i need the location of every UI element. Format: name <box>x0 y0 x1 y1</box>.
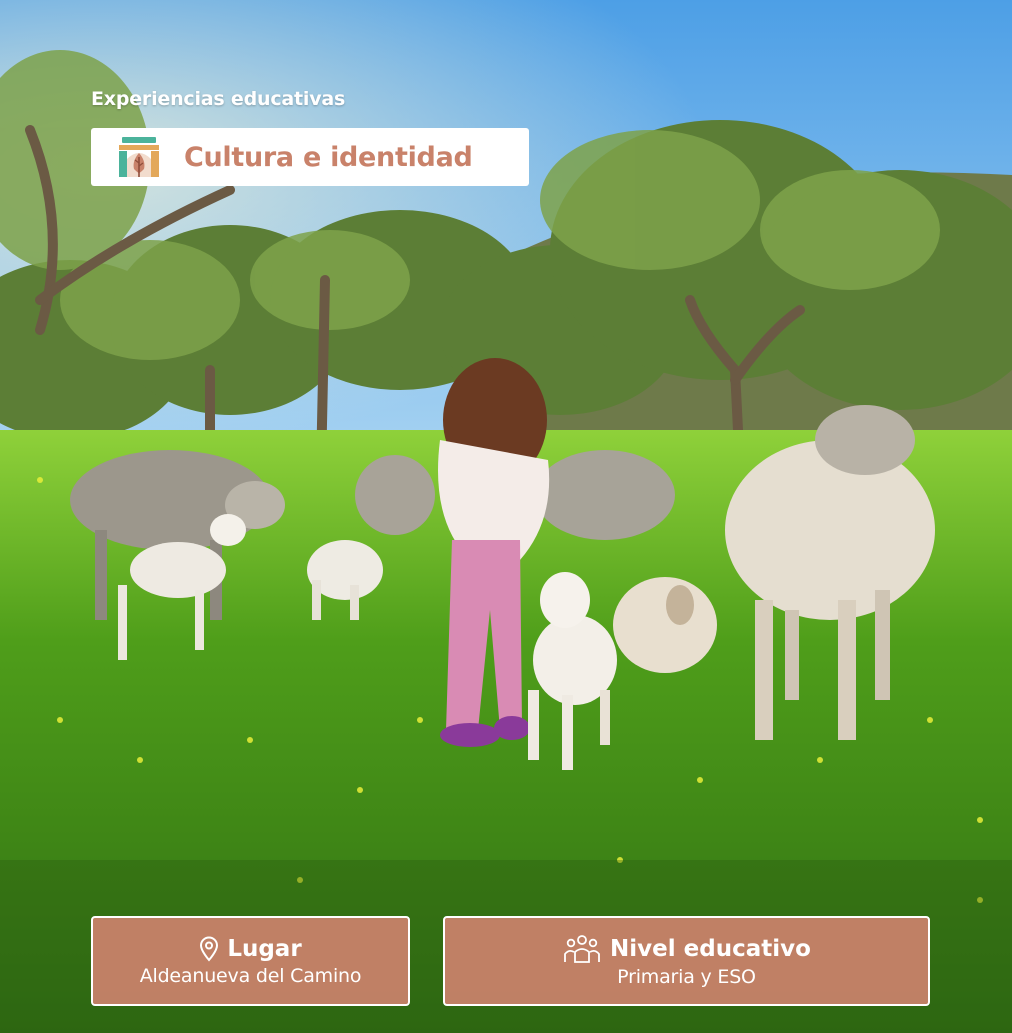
category-label: Cultura e identidad <box>184 141 473 173</box>
heritage-building-leaf-icon <box>119 137 159 177</box>
group-people-icon <box>564 934 600 963</box>
place-value: Aldeanueva del Camino <box>139 964 362 987</box>
section-kicker: Experiencias educativas <box>91 88 346 110</box>
place-label: Lugar <box>227 935 302 962</box>
place-info-box: Lugar Aldeanueva del Camino <box>91 916 410 1006</box>
education-level-value: Primaria y ESO <box>617 965 756 988</box>
location-pin-icon <box>200 936 219 962</box>
education-level-label: Nivel educativo <box>610 935 811 962</box>
category-badge: Cultura e identidad <box>91 128 529 186</box>
education-level-box: Nivel educativo Primaria y ESO <box>443 916 930 1006</box>
